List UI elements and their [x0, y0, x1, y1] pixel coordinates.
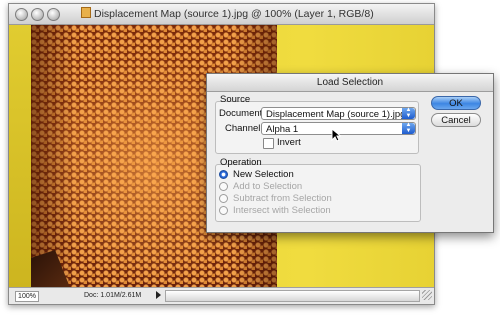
dialog-title: Load Selection	[207, 74, 493, 92]
channel-popup-value: Alpha 1	[266, 124, 299, 135]
document-size-info: Doc: 1.01M/2.61M	[84, 292, 142, 299]
radio-subtract-from-selection[interactable]	[219, 194, 228, 203]
subtract-from-selection-label[interactable]: Subtract from Selection	[233, 193, 332, 204]
load-selection-dialog: Load Selection Source Document: Displace…	[206, 73, 494, 233]
file-icon	[81, 7, 91, 18]
operation-legend: Operation	[220, 157, 262, 168]
invert-checkbox[interactable]	[263, 138, 274, 149]
source-legend: Source	[220, 94, 251, 105]
popup-arrows-icon: ▲ ▼	[402, 107, 415, 119]
invert-label[interactable]: Invert	[277, 137, 301, 148]
document-popup[interactable]: Displacement Map (source 1).jpg ▲ ▼	[261, 107, 416, 120]
document-titlebar[interactable]: Displacement Map (source 1).jpg @ 100% (…	[9, 4, 434, 25]
zoom-window-button[interactable]	[47, 8, 60, 21]
new-selection-label[interactable]: New Selection	[233, 169, 294, 180]
radio-intersect-with-selection[interactable]	[219, 206, 228, 215]
document-title-text: Displacement Map (source 1).jpg @ 100% (…	[94, 8, 374, 20]
document-title: Displacement Map (source 1).jpg @ 100% (…	[81, 7, 426, 20]
intersect-with-selection-label[interactable]: Intersect with Selection	[233, 205, 331, 216]
status-menu-arrow-icon[interactable]	[156, 291, 161, 299]
horizontal-scrollbar[interactable]	[165, 290, 420, 302]
document-popup-value: Displacement Map (source 1).jpg	[266, 109, 406, 120]
add-to-selection-label[interactable]: Add to Selection	[233, 181, 302, 192]
radio-add-to-selection[interactable]	[219, 182, 228, 191]
cancel-button[interactable]: Cancel	[431, 113, 481, 127]
minimize-window-button[interactable]	[31, 8, 44, 21]
canvas-left-strip	[9, 25, 31, 287]
status-bar: 100% Doc: 1.01M/2.61M	[9, 287, 434, 304]
ok-button[interactable]: OK	[431, 96, 481, 110]
popup-arrows-icon: ▲ ▼	[402, 122, 415, 134]
resize-grip-icon[interactable]	[422, 290, 432, 300]
radio-new-selection[interactable]	[219, 170, 228, 179]
document-label: Document:	[219, 108, 265, 119]
close-window-button[interactable]	[15, 8, 28, 21]
zoom-level-field[interactable]: 100%	[15, 291, 39, 302]
channel-label: Channel:	[225, 123, 264, 134]
